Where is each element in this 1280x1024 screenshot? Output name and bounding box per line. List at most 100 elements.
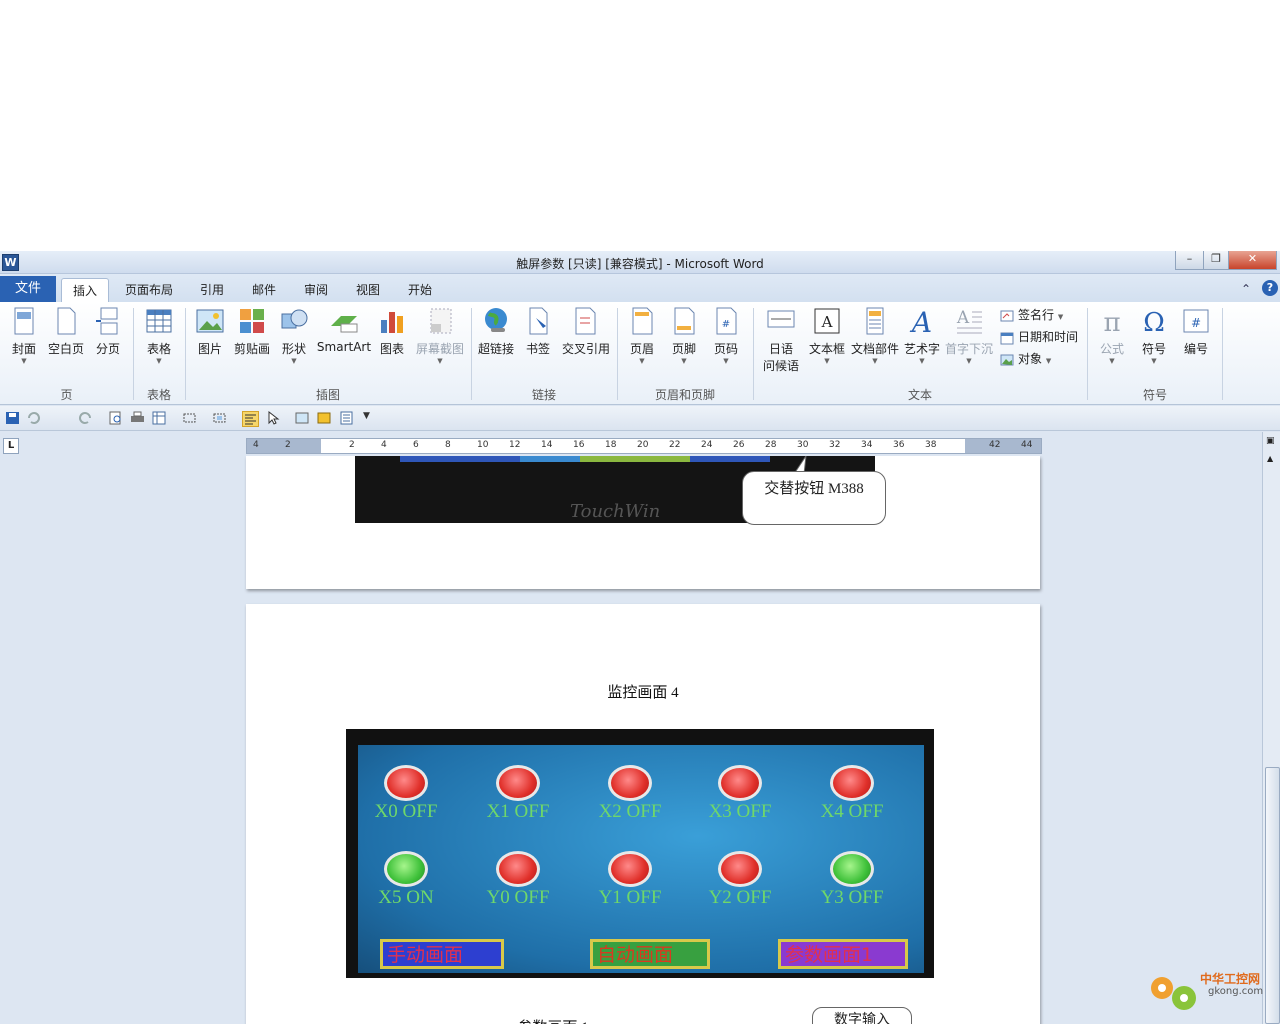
group-label-illustrations: 插图	[315, 388, 340, 402]
horizontal-ruler[interactable]: 4 2 2 4 6 8 10 12 14 16 18 20 22 24 26 28 30 32 34 36 38 42 44	[246, 438, 1042, 454]
table-draw-icon[interactable]	[152, 411, 167, 425]
quick-parts-button[interactable]: 文档部件 ▼	[849, 306, 901, 365]
bookmark-button[interactable]: 书签	[520, 306, 556, 357]
hmi-status-lamp	[384, 851, 428, 887]
clipart-button[interactable]: 剪贴画	[232, 306, 272, 357]
hmi-status-lamp	[718, 765, 762, 801]
ruler-mark: 4	[253, 440, 259, 450]
minimize-ribbon-icon[interactable]: ⌃	[1241, 282, 1251, 296]
hmi-status-label: X4 OFF	[820, 801, 884, 822]
ruler-mark: 24	[701, 440, 713, 450]
tab-page-layout[interactable]: 页面布局	[117, 278, 181, 302]
tab-selector[interactable]: L	[3, 438, 19, 454]
scroll-up-icon[interactable]: ▲	[1267, 454, 1273, 463]
ruler-mark: 14	[541, 440, 553, 450]
chart-button[interactable]: 图表	[374, 306, 410, 357]
equation-label: 公式	[1099, 342, 1124, 356]
tab-home[interactable]: 开始	[401, 278, 439, 302]
caret-icon: ▼	[681, 357, 687, 365]
drop-cap-label: 首字下沉	[944, 342, 993, 356]
ribbon-separator	[1222, 308, 1223, 400]
dotted-select-icon[interactable]	[182, 411, 197, 425]
align-left-icon[interactable]	[242, 411, 259, 427]
shapes-label: 形状	[281, 342, 306, 356]
close-button[interactable]: ✕	[1228, 251, 1277, 270]
numbering-button[interactable]: # 编号	[1178, 306, 1214, 357]
signature-line-icon	[1000, 310, 1014, 321]
footer-button[interactable]: 页脚 ▼	[666, 306, 702, 365]
help-icon[interactable]: ?	[1262, 280, 1278, 296]
ruler-mark: 22	[669, 440, 681, 450]
screenshot-button[interactable]: 屏幕截图 ▼	[412, 306, 468, 365]
caret-icon: ▼	[872, 357, 878, 365]
smartart-button[interactable]: SmartArt	[316, 306, 372, 354]
quick-parts-label: 文档部件	[850, 342, 899, 356]
image-edit-icon[interactable]	[295, 411, 310, 425]
ruler-mark: 30	[797, 440, 809, 450]
drop-cap-button[interactable]: A 首字下沉 ▼	[944, 306, 994, 365]
blank-page-icon	[57, 307, 76, 335]
print-icon[interactable]	[130, 411, 145, 425]
page-number-button[interactable]: # 页码 ▼	[708, 306, 744, 365]
redo-icon[interactable]	[78, 411, 93, 425]
table-button[interactable]: 表格 ▼	[140, 306, 178, 365]
equation-button[interactable]: π 公式 ▼	[1094, 306, 1130, 365]
tab-references[interactable]: 引用	[193, 278, 231, 302]
blank-page-label: 空白页	[47, 342, 84, 356]
hmi-status-lamp	[608, 851, 652, 887]
ruler-mark: 20	[637, 440, 649, 450]
cover-page-button[interactable]: 封面 ▼	[6, 306, 42, 365]
group-label-text: 文本	[907, 388, 932, 402]
insert-image-icon[interactable]	[317, 411, 332, 425]
group-label-header-footer: 页眉和页脚	[654, 388, 715, 402]
svg-text:A: A	[821, 313, 833, 331]
picture-button[interactable]: 图片	[192, 306, 228, 357]
page-break-button[interactable]: 分页	[90, 306, 126, 357]
tab-file[interactable]: 文件	[0, 276, 56, 302]
shapes-button[interactable]: 形状 ▼	[276, 306, 312, 365]
object-button[interactable]: 对象 ▼	[1000, 350, 1051, 368]
symbol-button[interactable]: Ω 符号 ▼	[1136, 306, 1172, 365]
hmi-status-lamp	[384, 765, 428, 801]
customize-toolbar-icon[interactable]: ▼	[363, 411, 378, 425]
save-icon[interactable]	[5, 411, 20, 425]
svg-text:π: π	[1103, 308, 1120, 336]
japanese-greeting-label-2: 问候语	[762, 359, 799, 373]
document-area: TouchWin 交替按钮 M388 监控画面 4 手动画面 自动画面 参数画面…	[0, 456, 1262, 1024]
restore-button[interactable]: ❐	[1203, 251, 1229, 270]
svg-text:#: #	[722, 319, 730, 330]
object-icon	[1000, 354, 1014, 365]
group-icon[interactable]	[212, 411, 227, 425]
tab-view[interactable]: 视图	[349, 278, 387, 302]
hmi-status-label: X2 OFF	[598, 801, 662, 822]
tab-mailings[interactable]: 邮件	[245, 278, 283, 302]
cross-reference-icon	[575, 307, 596, 335]
blank-page-button[interactable]: 空白页	[46, 306, 86, 357]
undo-icon[interactable]	[26, 411, 41, 425]
print-preview-icon[interactable]	[108, 411, 123, 425]
document-view-icon[interactable]	[339, 411, 354, 425]
caret-icon: ▼	[156, 357, 162, 365]
svg-text:#: #	[1191, 316, 1201, 330]
tab-insert[interactable]: 插入	[61, 278, 109, 303]
cross-reference-button[interactable]: 交叉引用	[560, 306, 612, 357]
wordart-button[interactable]: A 艺术字 ▼	[902, 306, 942, 365]
signature-line-label: 签名行	[1018, 308, 1055, 322]
hyperlink-button[interactable]: 超链接	[476, 306, 516, 357]
japanese-greeting-button[interactable]: 日语 问候语	[756, 306, 806, 374]
group-label-symbols: 符号	[1142, 388, 1167, 402]
textbox-button[interactable]: A 文本框 ▼	[806, 306, 848, 365]
page-break-label: 分页	[95, 342, 120, 356]
date-time-button[interactable]: 日期和时间	[1000, 328, 1078, 346]
split-view-icon[interactable]: ▣	[1266, 436, 1275, 446]
vertical-scrollbar[interactable]: ▣ ▲	[1262, 432, 1280, 1024]
select-pointer-icon[interactable]	[266, 411, 281, 425]
header-button[interactable]: 页眉 ▼	[624, 306, 660, 365]
screen-strip	[520, 456, 580, 462]
hmi-status-label: Y0 OFF	[486, 887, 550, 908]
signature-line-button[interactable]: 签名行 ▼	[1000, 306, 1063, 324]
numbering-label: 编号	[1183, 342, 1208, 356]
page-number-icon: #	[716, 307, 737, 335]
minimize-button[interactable]: –	[1175, 251, 1204, 270]
tab-review[interactable]: 审阅	[297, 278, 335, 302]
